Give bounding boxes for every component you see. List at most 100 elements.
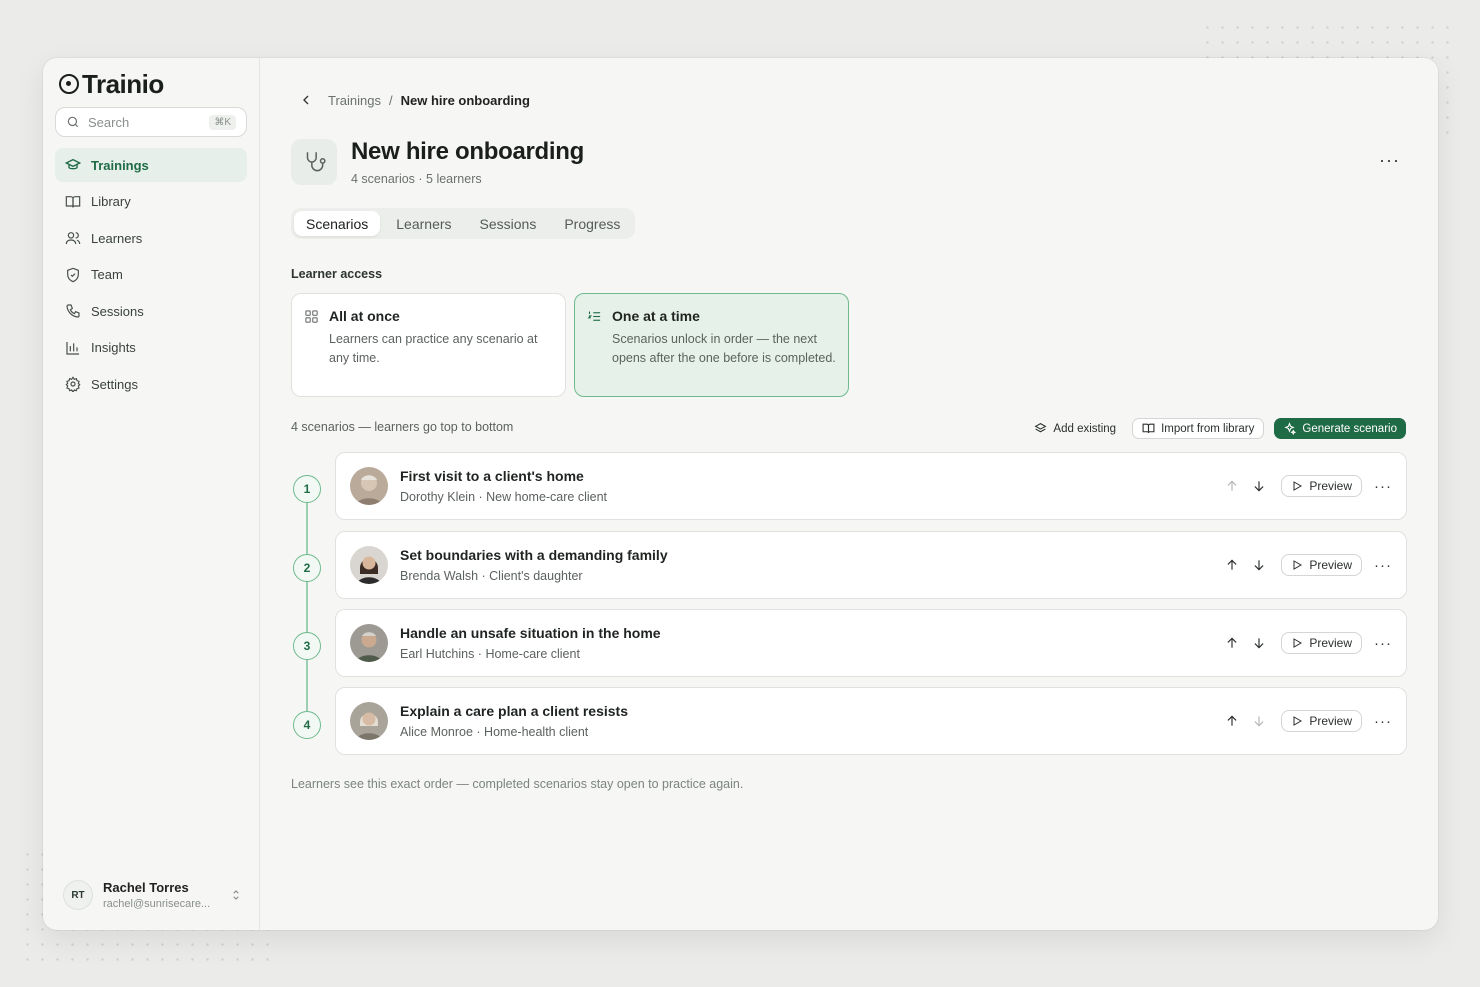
step-number: 2 (293, 554, 321, 582)
arrow-down-icon (1254, 560, 1264, 571)
logo: Trainio (59, 68, 247, 99)
scenario-title: Set boundaries with a demanding family (400, 547, 668, 563)
users-icon (65, 232, 81, 245)
preview-button[interactable]: Preview (1281, 710, 1362, 732)
step-number: 4 (293, 711, 321, 739)
graduation-cap-icon (65, 158, 81, 170)
learner-access-label: Learner access (291, 267, 383, 281)
book-icon (65, 195, 81, 207)
search-input[interactable] (88, 114, 202, 130)
scenario-row[interactable]: First visit to a client's home Dorothy K… (335, 452, 1407, 520)
sidebar-item-settings[interactable]: Settings (55, 367, 247, 401)
sidebar-item-label: Library (91, 194, 131, 209)
sparkle-icon (1284, 422, 1297, 435)
sidebar-item-team[interactable]: Team (55, 258, 247, 292)
sidebar: Trainio ⌘K Trainings Library Learners Te… (43, 58, 260, 930)
phone-icon (66, 304, 80, 318)
arrow-up-icon (1227, 480, 1237, 491)
scenario-persona: Alice Monroe · Home-health client (400, 725, 589, 739)
scenario-count: 4 scenarios — learners go top to bottom (291, 420, 514, 434)
move-up-button[interactable] (1223, 557, 1240, 574)
access-option-all-at-once[interactable]: All at once Learners can practice any sc… (291, 293, 566, 397)
move-down-button[interactable] (1250, 478, 1267, 495)
move-down-button[interactable] (1250, 635, 1267, 652)
scenario-row[interactable]: Set boundaries with a demanding family B… (335, 531, 1407, 599)
access-option-title: All at once (329, 308, 400, 324)
more-options-button[interactable]: ··· (1379, 150, 1400, 171)
chevron-up-down-icon (233, 890, 239, 900)
move-down-button[interactable] (1250, 557, 1267, 574)
page-header: New hire onboarding 4 scenarios · 5 lear… (291, 138, 584, 186)
generate-scenario-button[interactable]: Generate scenario (1274, 418, 1406, 439)
scenario-persona: Dorothy Klein · New home-care client (400, 490, 608, 504)
search-box[interactable]: ⌘K (55, 107, 247, 137)
move-up-button[interactable] (1223, 478, 1240, 495)
sidebar-item-label: Insights (91, 340, 136, 355)
app-name: Trainio (82, 68, 164, 99)
scenario-persona: Earl Hutchins · Home-care client (400, 647, 580, 661)
user-menu[interactable]: RT Rachel Torres rachel@sunrisecare... (63, 880, 243, 910)
tab-progress[interactable]: Progress (552, 211, 632, 236)
play-icon (1293, 481, 1303, 491)
page-title: New hire onboarding (351, 138, 584, 165)
arrow-down-icon (1254, 638, 1264, 649)
arrow-up-icon (1227, 637, 1237, 648)
sidebar-item-library[interactable]: Library (55, 185, 247, 219)
breadcrumb-separator: / (388, 92, 393, 108)
import-from-library-button[interactable]: Import from library (1132, 418, 1265, 439)
sidebar-item-learners[interactable]: Learners (55, 221, 247, 255)
sidebar-item-trainings[interactable]: Trainings (55, 148, 247, 182)
access-option-one-at-a-time[interactable]: One at a time Scenarios unlock in order … (574, 293, 849, 397)
breadcrumb-parent[interactable]: Trainings (328, 93, 381, 108)
generate-label: Generate scenario (1302, 422, 1397, 435)
arrow-up-icon (1227, 715, 1237, 726)
move-up-button[interactable] (1223, 713, 1240, 730)
scenario-row[interactable]: Explain a care plan a client resists Ali… (335, 687, 1407, 755)
preview-button[interactable]: Preview (1281, 475, 1362, 497)
back-chevron-icon[interactable] (298, 92, 314, 108)
tab-scenarios[interactable]: Scenarios (294, 211, 381, 236)
row-more-button[interactable]: ··· (1374, 635, 1392, 652)
breadcrumb: Trainings / New hire onboarding (298, 92, 530, 108)
breadcrumb-current: New hire onboarding (400, 92, 530, 108)
add-existing-button[interactable]: Add existing (1028, 418, 1122, 439)
persona-avatar (350, 546, 388, 584)
preview-button[interactable]: Preview (1281, 554, 1362, 576)
access-option-desc: Learners can practice any scenario at an… (329, 332, 538, 365)
user-email: rachel@sunrisecare... (103, 898, 211, 910)
sidebar-item-label: Team (91, 267, 123, 282)
sidebar-item-sessions[interactable]: Sessions (55, 294, 247, 328)
search-icon (67, 116, 79, 128)
scenario-row[interactable]: Handle an unsafe situation in the home E… (335, 609, 1407, 677)
row-more-button[interactable]: ··· (1374, 713, 1392, 730)
preview-label: Preview (1309, 479, 1352, 493)
avatar: RT (63, 880, 93, 910)
move-down-button[interactable] (1250, 713, 1267, 730)
book-icon (1142, 423, 1155, 433)
play-icon (1293, 560, 1303, 570)
tab-learners[interactable]: Learners (384, 211, 463, 236)
main-content: Trainings / New hire onboarding New hire… (260, 58, 1438, 930)
tab-bar: Scenarios Learners Sessions Progress (291, 208, 636, 239)
step-number: 1 (293, 475, 321, 503)
list-actions: Add existing Import from library Generat… (1028, 418, 1406, 439)
sidebar-nav: Trainings Library Learners Team Sessions… (55, 148, 247, 401)
scenario-persona: Brenda Walsh · Client's daughter (400, 569, 583, 583)
tab-sessions[interactable]: Sessions (468, 211, 549, 236)
layers-icon (1034, 423, 1047, 433)
sidebar-item-label: Trainings (91, 157, 149, 173)
scenario-title: Handle an unsafe situation in the home (400, 625, 661, 641)
add-existing-label: Add existing (1053, 422, 1117, 435)
shield-icon (67, 267, 79, 282)
move-up-button[interactable] (1223, 635, 1240, 652)
preview-label: Preview (1309, 636, 1352, 650)
sidebar-item-insights[interactable]: Insights (55, 331, 247, 365)
access-option-title: One at a time (612, 308, 700, 324)
ordered-list-icon (587, 311, 601, 321)
sidebar-item-label: Learners (91, 230, 143, 246)
preview-button[interactable]: Preview (1281, 632, 1362, 654)
row-more-button[interactable]: ··· (1374, 557, 1392, 574)
preview-label: Preview (1309, 558, 1352, 572)
row-more-button[interactable]: ··· (1374, 478, 1392, 495)
step-number: 3 (293, 632, 321, 660)
